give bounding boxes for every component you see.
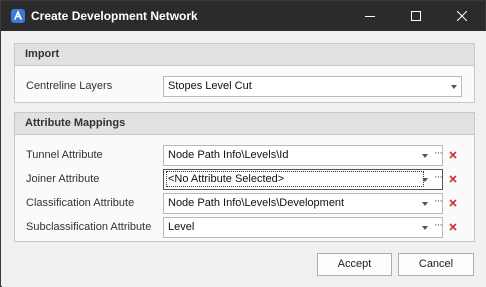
tunnel-attribute-row: Tunnel Attribute Node Path Info\Levels\I… [15,145,474,167]
maximize-icon [411,11,421,21]
chevron-down-icon[interactable] [422,226,428,230]
dialog-window: Create Development Network Import Centre… [0,0,486,287]
close-icon [457,11,467,21]
centreline-layers-combo[interactable]: Stopes Level Cut [163,76,462,97]
ellipsis-icon[interactable]: ··· [432,195,444,209]
ellipsis-icon[interactable]: ··· [432,219,444,233]
subclassification-attribute-combo[interactable]: Level [163,217,443,238]
ellipsis-icon[interactable]: ··· [432,171,444,185]
chevron-down-icon[interactable] [422,202,428,206]
tunnel-attribute-label: Tunnel Attribute [26,149,103,161]
joiner-attribute-combo[interactable]: <No Attribute Selected> [163,169,443,190]
clear-icon[interactable] [448,221,458,233]
chevron-down-icon[interactable] [451,85,457,89]
import-group-header: Import [15,44,474,66]
clear-icon[interactable] [448,149,458,161]
classification-attribute-label: Classification Attribute [26,197,135,209]
classification-attribute-value: Node Path Info\Levels\Development [168,197,345,209]
maximize-button[interactable] [393,1,439,31]
subclassification-attribute-value: Level [168,221,195,233]
dialog-client-area: Import Centreline Layers Stopes Level Cu… [2,31,486,287]
joiner-attribute-value: <No Attribute Selected> [166,171,424,187]
centreline-layers-row: Centreline Layers Stopes Level Cut [15,76,474,98]
joiner-attribute-label: Joiner Attribute [26,173,100,185]
centreline-layers-label: Centreline Layers [26,80,113,92]
cancel-button[interactable]: Cancel [398,253,474,276]
app-icon [11,9,25,23]
joiner-attribute-row: Joiner Attribute <No Attribute Selected>… [15,169,474,191]
tunnel-attribute-value: Node Path Info\Levels\Id [168,149,289,161]
window-title: Create Development Network [31,9,198,23]
close-button[interactable] [439,1,485,31]
attribute-mappings-group: Attribute Mappings Tunnel Attribute Node… [14,112,475,242]
chevron-down-icon[interactable] [422,154,428,158]
minimize-icon [365,16,375,17]
tunnel-attribute-combo[interactable]: Node Path Info\Levels\Id [163,145,443,166]
ellipsis-icon[interactable]: ··· [432,147,444,161]
classification-attribute-row: Classification Attribute Node Path Info\… [15,193,474,215]
subclassification-attribute-row: Subclassification Attribute Level ··· [15,217,474,239]
chevron-down-icon[interactable] [422,178,428,182]
classification-attribute-combo[interactable]: Node Path Info\Levels\Development [163,193,443,214]
centreline-layers-value: Stopes Level Cut [168,80,252,92]
import-group: Import Centreline Layers Stopes Level Cu… [14,43,475,103]
clear-icon[interactable] [448,197,458,209]
title-bar[interactable]: Create Development Network [1,1,485,31]
attribute-mappings-header: Attribute Mappings [15,113,474,135]
subclassification-attribute-label: Subclassification Attribute [26,221,152,233]
clear-icon[interactable] [448,173,458,185]
minimize-button[interactable] [347,1,393,31]
accept-button[interactable]: Accept [317,253,392,276]
